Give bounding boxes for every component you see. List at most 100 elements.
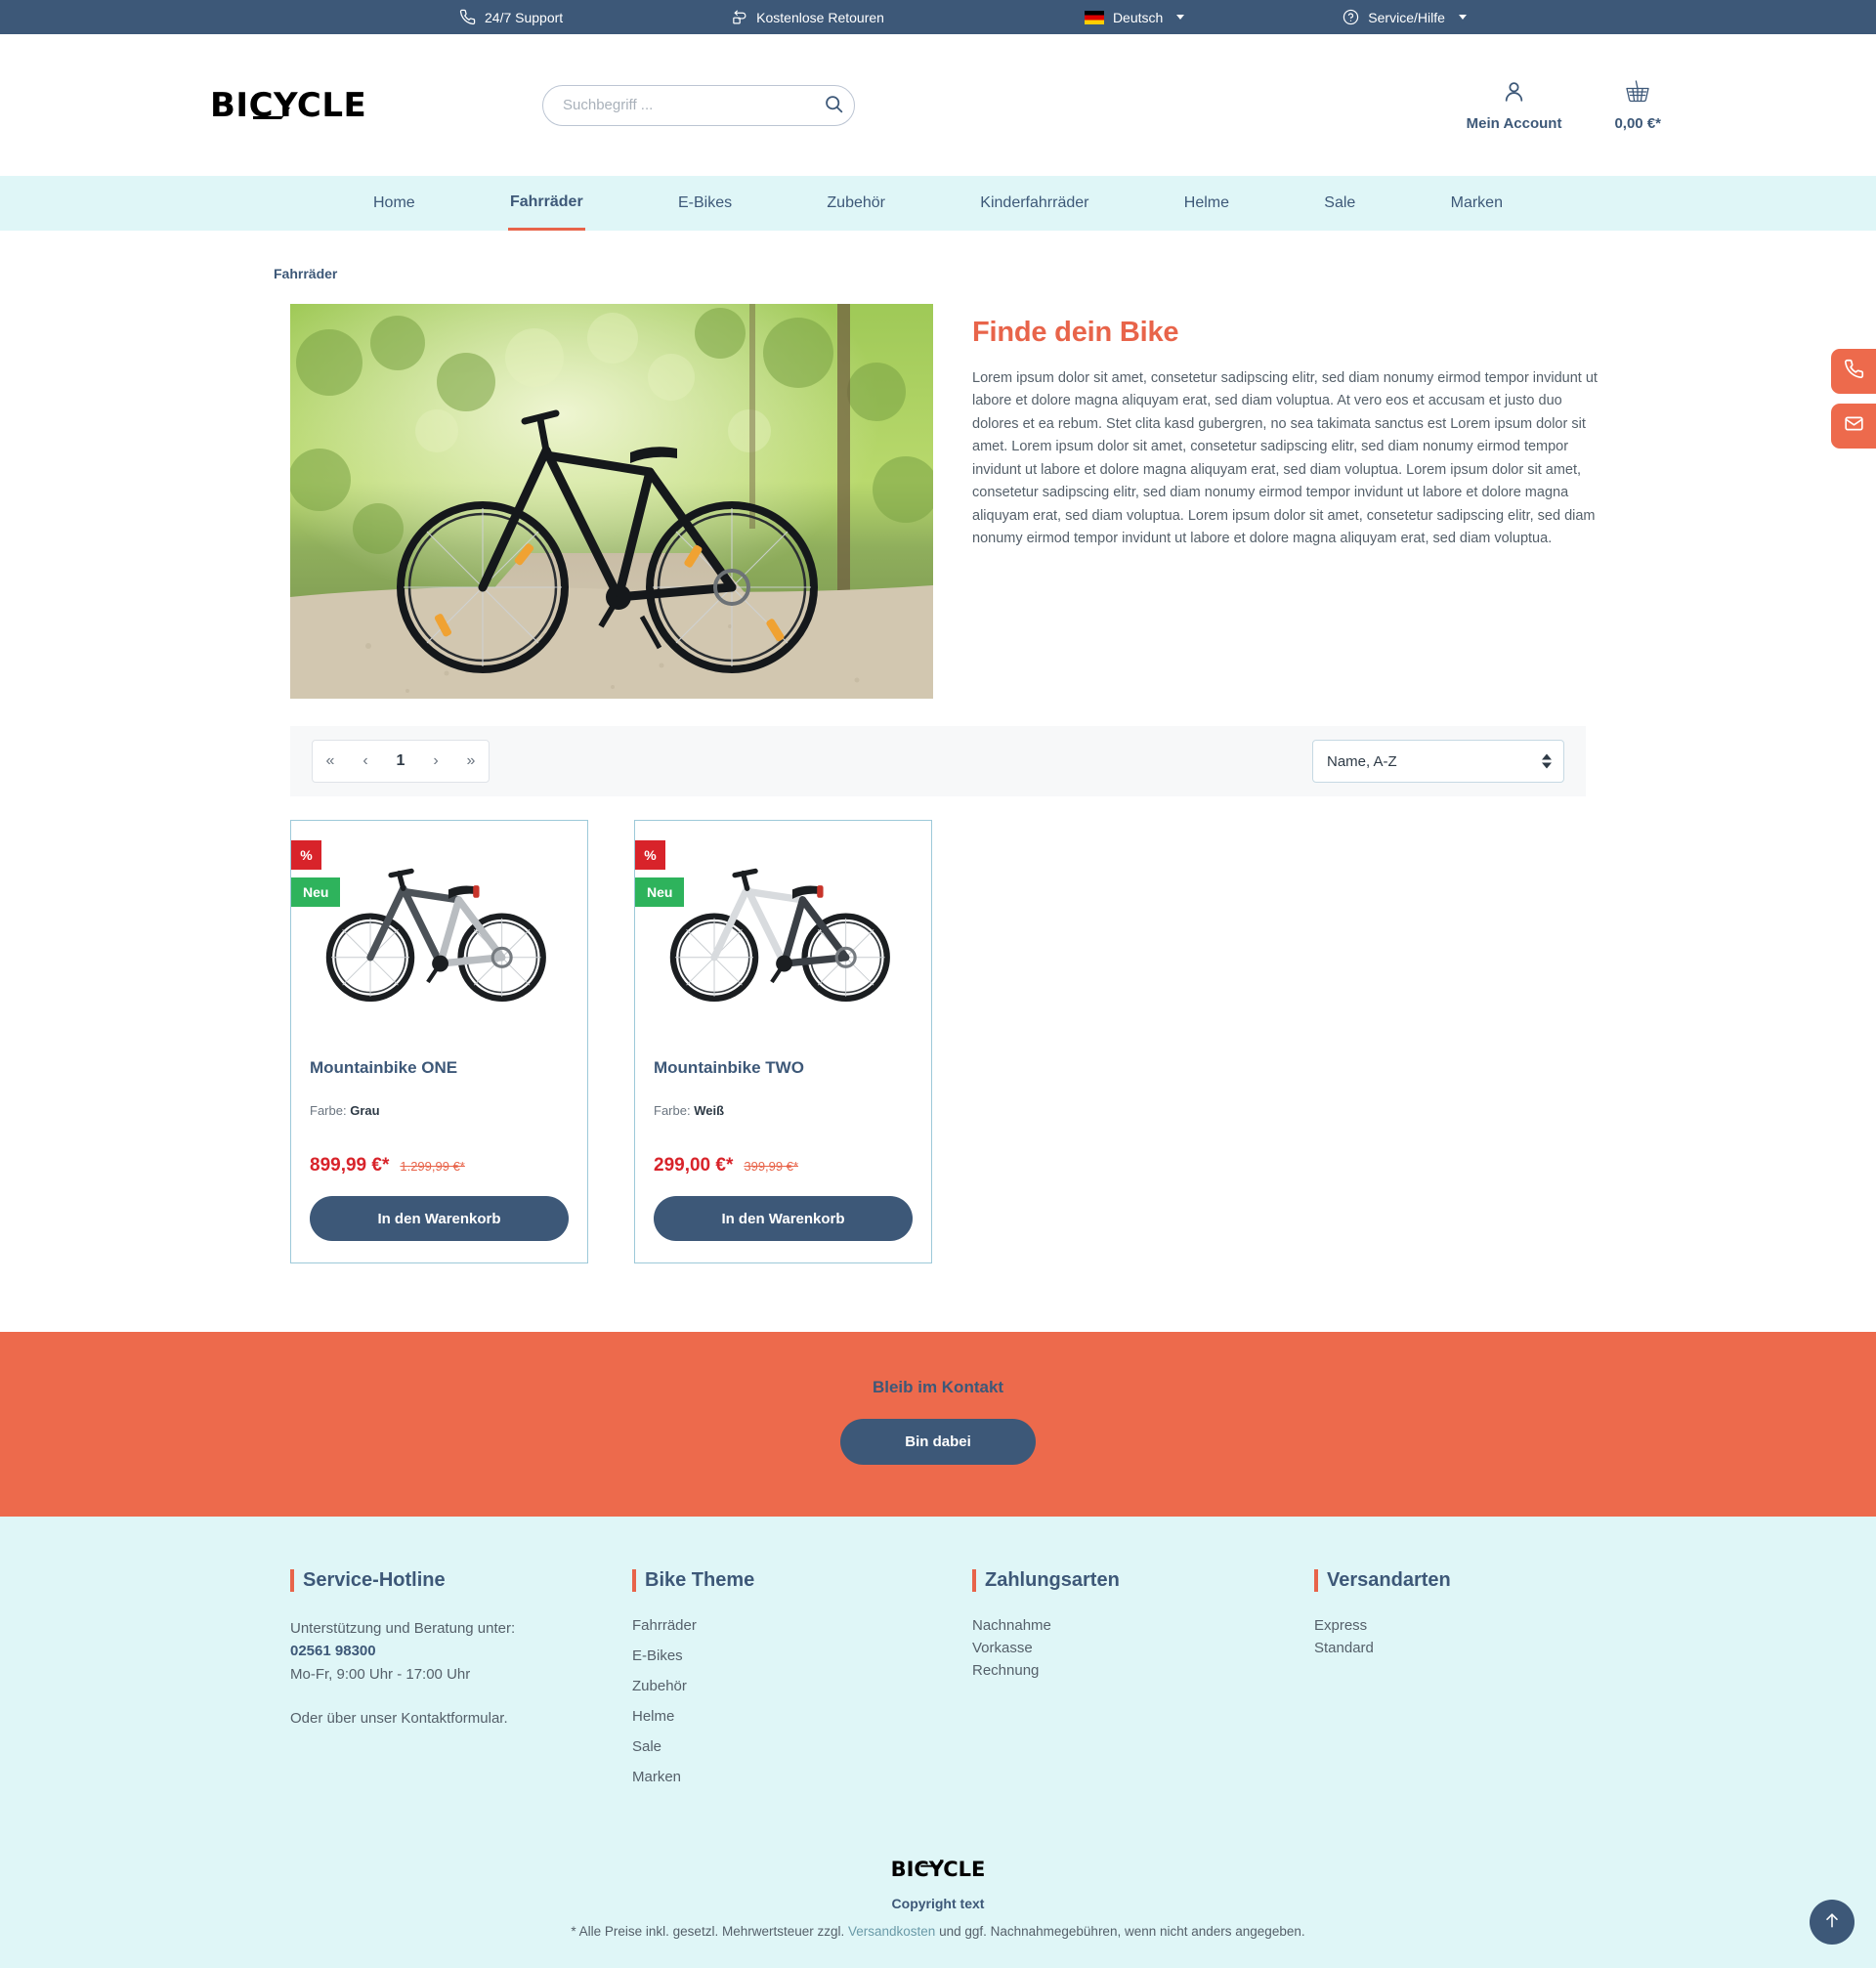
nav-item-zubeh-r[interactable]: Zubehör xyxy=(825,178,887,229)
footer-service-text: Unterstützung und Beratung unter: 02561 … xyxy=(290,1617,632,1730)
chevron-down-icon xyxy=(1176,15,1185,20)
topbar-returns[interactable]: Kostenlose Retouren xyxy=(731,9,884,25)
search-input[interactable] xyxy=(542,84,855,126)
variant-value: Grau xyxy=(350,1103,380,1118)
pagination-prev[interactable]: ‹ xyxy=(348,741,383,782)
cart-total: 0,00 €* xyxy=(1614,114,1661,132)
pagination-last[interactable]: » xyxy=(453,741,489,782)
breadcrumb[interactable]: Fahrräder xyxy=(274,266,1607,281)
vat-disclaimer: * Alle Preise inkl. gesetzl. Mehrwertste… xyxy=(0,1924,1876,1939)
footer-link[interactable]: E-Bikes xyxy=(632,1647,972,1664)
nav-item-e-bikes[interactable]: E-Bikes xyxy=(676,178,734,229)
pagination: « ‹ 1 › » xyxy=(312,740,490,783)
pagination-first[interactable]: « xyxy=(313,741,348,782)
envelope-icon xyxy=(1844,413,1864,439)
nav-item-sale[interactable]: Sale xyxy=(1322,178,1357,229)
service-help-label: Service/Hilfe xyxy=(1368,9,1445,25)
footer-column-theme: Bike Theme Fahrräder E-Bikes Zubehör Helme S… xyxy=(632,1569,972,1799)
footer-title-payment: Zahlungsarten xyxy=(972,1569,1314,1592)
footer-title-shipping: Versandarten xyxy=(1314,1569,1607,1592)
product-title[interactable]: Mountainbike ONE xyxy=(310,1058,569,1078)
site-logo[interactable]: BICYCLE xyxy=(210,89,366,122)
footer-link[interactable]: Sale xyxy=(632,1738,972,1755)
account-button[interactable]: Mein Account xyxy=(1466,79,1562,132)
product-variant: Farbe: Grau xyxy=(310,1103,569,1118)
site-header: BICYCLE Mein Ac xyxy=(0,34,1876,176)
nav-item-kinderfahrr-der[interactable]: Kinderfahrräder xyxy=(978,178,1090,229)
nav-item-fahrr-der[interactable]: Fahrräder xyxy=(507,177,585,231)
footer-link[interactable]: Express xyxy=(1314,1617,1607,1634)
return-box-icon xyxy=(731,9,747,25)
site-footer: Service-Hotline Unterstützung und Beratu… xyxy=(0,1517,1876,1968)
badge-sale: % xyxy=(291,840,321,870)
floating-email-button[interactable] xyxy=(1831,404,1876,449)
variant-label: Farbe: xyxy=(310,1103,347,1118)
vat-suffix: und ggf. Nachnahmegebühren, wenn nicht a… xyxy=(935,1924,1305,1939)
footer-links-shipping: Express Standard xyxy=(1314,1617,1607,1656)
badge-new: Neu xyxy=(291,877,341,907)
chevron-down-icon xyxy=(1458,15,1467,20)
footer-link[interactable]: Zubehör xyxy=(632,1678,972,1694)
shopping-basket-icon xyxy=(1624,79,1651,105)
hero-image xyxy=(290,304,933,699)
add-to-cart-button[interactable]: In den Warenkorb xyxy=(310,1196,569,1241)
language-label: Deutsch xyxy=(1112,9,1164,25)
add-to-cart-button[interactable]: In den Warenkorb xyxy=(654,1196,913,1241)
scroll-to-top-button[interactable] xyxy=(1810,1900,1855,1945)
search-button[interactable] xyxy=(816,88,851,123)
german-flag-icon xyxy=(1084,10,1104,24)
product-card[interactable]: % Neu Mountainbike TWO Farbe: Weiß 299,00 €*… xyxy=(634,820,932,1263)
language-switcher[interactable]: Deutsch xyxy=(1084,9,1185,25)
copyright-text: Copyright text xyxy=(891,1896,985,1911)
footer-link[interactable]: Rechnung xyxy=(972,1662,1314,1679)
nav-item-marken[interactable]: Marken xyxy=(1449,178,1505,229)
phone-icon xyxy=(459,9,476,25)
product-badges: % Neu xyxy=(291,840,341,907)
topbar-support[interactable]: 24/7 Support xyxy=(459,9,563,25)
search-area xyxy=(542,84,855,126)
product-price-row: 899,99 €* 1.299,99 €* xyxy=(310,1155,569,1177)
contact-form-link[interactable]: Kontaktformular xyxy=(401,1710,503,1727)
footer-logo[interactable]: BICYCLE xyxy=(891,1860,986,1880)
product-grid: % Neu Mountainbike ONE Farbe: Grau 899,99 €*… xyxy=(290,820,1607,1263)
question-circle-icon xyxy=(1343,9,1359,25)
service-hours: Mo-Fr, 9:00 Uhr - 17:00 Uhr xyxy=(290,1665,471,1683)
hero-title: Finde dein Bike xyxy=(972,317,1179,348)
pagination-next[interactable]: › xyxy=(418,741,453,782)
main-content: Fahrräder Finde dein Bike Lorem ipsum do… xyxy=(0,231,1876,1332)
product-price: 899,99 €* xyxy=(310,1155,390,1176)
newsletter-subscribe-button[interactable]: Bin dabei xyxy=(840,1419,1036,1465)
search-icon xyxy=(824,94,844,117)
logo-swoosh-icon xyxy=(919,1851,945,1867)
footer-title-theme: Bike Theme xyxy=(632,1569,972,1592)
topbar-returns-label: Kostenlose Retouren xyxy=(756,9,884,25)
floating-phone-button[interactable] xyxy=(1831,349,1876,394)
product-price-row: 299,00 €* 399,99 €* xyxy=(654,1155,913,1177)
footer-link[interactable]: Fahrräder xyxy=(632,1617,972,1634)
category-hero: Finde dein Bike Lorem ipsum dolor sit am… xyxy=(290,304,1607,699)
footer-column-shipping: Versandarten Express Standard xyxy=(1314,1569,1607,1799)
footer-link[interactable]: Vorkasse xyxy=(972,1640,1314,1656)
account-label: Mein Account xyxy=(1466,114,1562,132)
newsletter-title: Bleib im Kontakt xyxy=(872,1378,1004,1396)
variant-label: Farbe: xyxy=(654,1103,691,1118)
cart-button[interactable]: 0,00 €* xyxy=(1614,79,1661,132)
vat-prefix: * Alle Preise inkl. gesetzl. Mehrwertste… xyxy=(571,1924,848,1939)
product-card[interactable]: % Neu Mountainbike ONE Farbe: Grau 899,99 €*… xyxy=(290,820,588,1263)
variant-value: Weiß xyxy=(694,1103,725,1118)
footer-link[interactable]: Marken xyxy=(632,1769,972,1785)
contact-suffix: . xyxy=(503,1709,508,1727)
product-title[interactable]: Mountainbike TWO xyxy=(654,1058,913,1078)
footer-link[interactable]: Helme xyxy=(632,1708,972,1725)
shipping-cost-link[interactable]: Versandkosten xyxy=(848,1924,935,1939)
footer-link[interactable]: Nachnahme xyxy=(972,1617,1314,1634)
service-line1: Unterstützung und Beratung unter: xyxy=(290,1620,516,1637)
service-help-menu[interactable]: Service/Hilfe xyxy=(1343,9,1467,25)
pagination-page-1[interactable]: 1 xyxy=(383,741,418,782)
sort-select[interactable]: Name, A-Z xyxy=(1312,740,1564,783)
footer-link[interactable]: Standard xyxy=(1314,1640,1607,1656)
nav-item-helme[interactable]: Helme xyxy=(1182,178,1231,229)
nav-item-home[interactable]: Home xyxy=(371,178,417,229)
newsletter-band: Bleib im Kontakt Bin dabei xyxy=(0,1332,1876,1517)
footer-column-payment: Zahlungsarten Nachnahme Vorkasse Rechnung xyxy=(972,1569,1314,1799)
